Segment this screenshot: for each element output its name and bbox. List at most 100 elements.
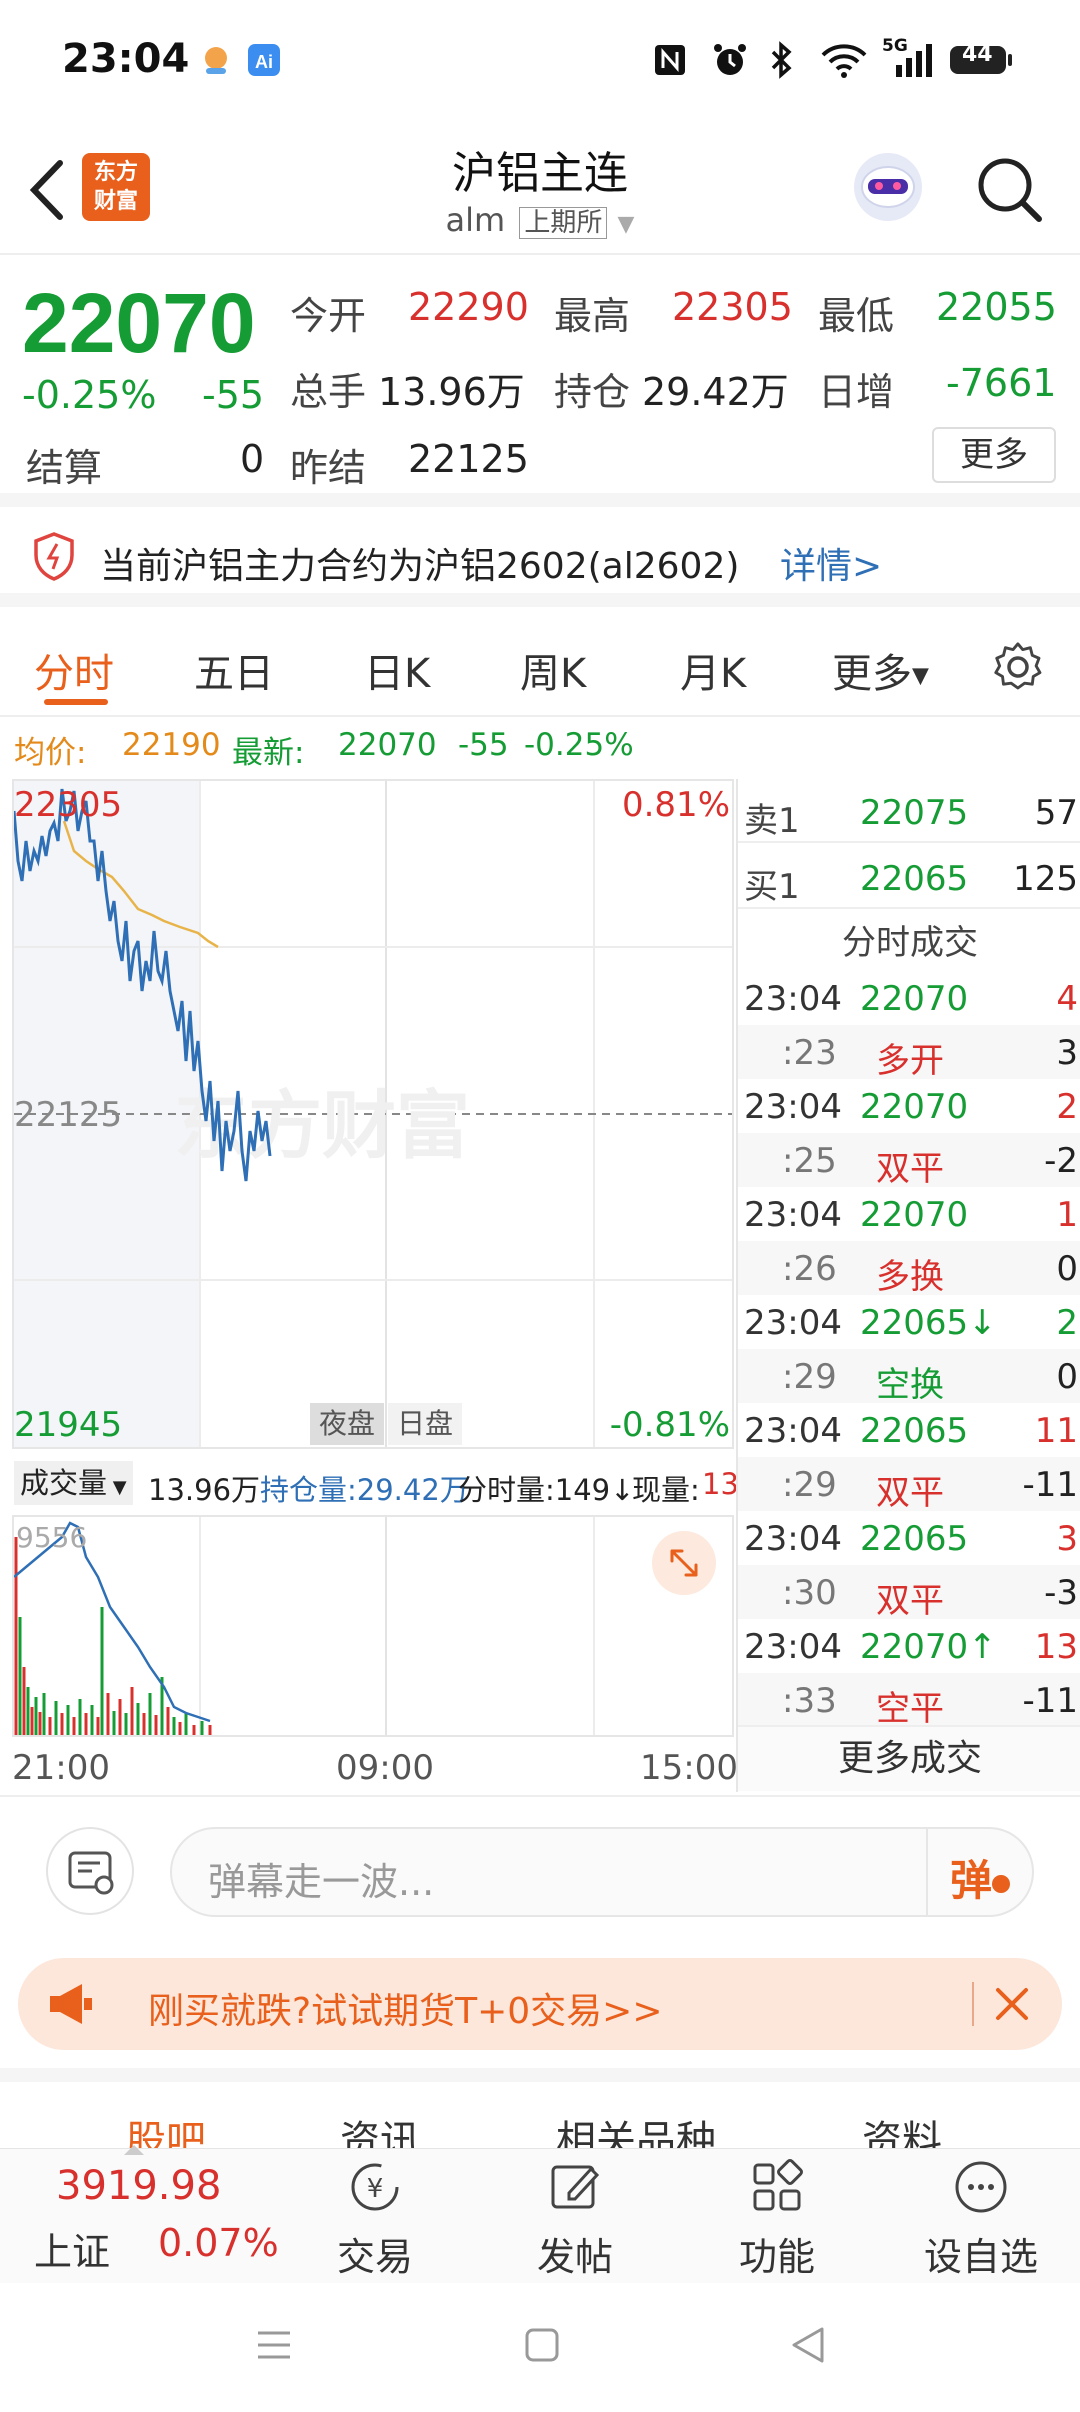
- dropdown-icon: ▼: [617, 212, 635, 237]
- trade-volume: 13: [1034, 1627, 1078, 1667]
- index-value: 3919.98: [56, 2163, 222, 2209]
- trade-detail-row: :25 双平 -2: [738, 1133, 1080, 1189]
- trade-type: 双平: [876, 1473, 944, 1513]
- nav-post[interactable]: 发帖: [510, 2157, 640, 2281]
- bluetooth-icon: [764, 40, 800, 80]
- open-interest-total: 持仓量:29.42万: [260, 1473, 469, 1507]
- prev-settle-value: 22125: [408, 437, 529, 481]
- settle-label: 结算: [26, 446, 103, 490]
- expand-chart-icon[interactable]: [652, 1531, 716, 1595]
- change-percent: -0.25%: [22, 373, 157, 417]
- trade-volume: 11: [1034, 1411, 1078, 1451]
- volume-chart[interactable]: 9556: [12, 1515, 734, 1737]
- chart-low-pct: -0.81%: [609, 1405, 730, 1445]
- danmu-settings-icon[interactable]: [46, 1827, 134, 1915]
- trade-price: 22070: [860, 1195, 969, 1235]
- edit-icon: [551, 2165, 600, 2209]
- nav-trade[interactable]: ¥ 交易: [310, 2157, 440, 2281]
- volume-chart-canvas: [14, 1517, 595, 1735]
- volume-indicator-select[interactable]: 成交量 ▼: [14, 1461, 133, 1505]
- intraday-info-line: 均价: 22190 最新: 22070 -55 -0.25%: [0, 719, 1080, 777]
- tab-monthly-k[interactable]: 月K: [680, 641, 746, 699]
- trade-price: 22065↓: [860, 1303, 997, 1343]
- nav-function[interactable]: 功能: [712, 2157, 842, 2281]
- index-name: 上证: [34, 2230, 111, 2274]
- trade-oi-change: 0: [1056, 1249, 1078, 1289]
- search-icon[interactable]: [975, 155, 1045, 225]
- volume-info-bar: 成交量 ▼ 13.96万 持仓量:29.42万 分时量:149↓ 现量: 13: [12, 1451, 739, 1515]
- nav-post-label: 发帖: [536, 2235, 613, 2279]
- trade-row: 23:04 22065 11: [738, 1403, 1080, 1457]
- trade-time: 23:04: [744, 1627, 842, 1667]
- trade-oi-change: -11: [1022, 1681, 1078, 1721]
- tab-five-day[interactable]: 五日: [194, 641, 274, 699]
- close-icon[interactable]: [988, 1980, 1036, 2032]
- main-contract-notice[interactable]: 当前沪铝主力合约为沪铝2602(al2602) 详情>: [0, 507, 1080, 607]
- tab-intraday[interactable]: 分时: [34, 641, 114, 699]
- shield-alert-icon: [32, 531, 76, 585]
- nav-add-watchlist-label: 设自选: [923, 2235, 1038, 2279]
- open-label: 今开: [290, 294, 367, 338]
- index-pct: 0.07%: [158, 2221, 279, 2265]
- home-icon[interactable]: [522, 2325, 562, 2369]
- settings-gear-icon[interactable]: [990, 639, 1046, 699]
- notice-detail-link[interactable]: 详情>: [780, 537, 882, 589]
- trade-price: 22070↑: [860, 1627, 997, 1667]
- wifi-icon: [818, 40, 870, 80]
- change-value: -55: [202, 373, 265, 417]
- night-session-tag[interactable]: 夜盘: [310, 1403, 384, 1445]
- danmu-placeholder: 弹幕走一波...: [208, 1860, 435, 1904]
- trades-title: 分时成交: [842, 923, 978, 963]
- network-type: 5G: [882, 36, 908, 56]
- intraday-price-chart[interactable]: 东方财富 22305 0.81% 22125 21945 -0.81% 夜盘 日…: [12, 779, 734, 1449]
- trade-time: 23:04: [744, 1519, 842, 1559]
- volume-value: 13.96万: [378, 370, 525, 414]
- day-session-tag[interactable]: 日盘: [388, 1403, 462, 1445]
- svg-text:¥: ¥: [367, 2174, 384, 2204]
- danmu-input[interactable]: 弹幕走一波... 弹: [170, 1827, 1034, 1917]
- latest-label: 最新:: [232, 735, 305, 771]
- trade-row: 23:04 22070 2: [738, 1079, 1080, 1133]
- latest-pct: -0.25%: [524, 727, 634, 763]
- buy1-volume: 125: [1013, 859, 1078, 899]
- tab-weekly-k[interactable]: 周K: [520, 641, 586, 699]
- tab-daily-k[interactable]: 日K: [364, 641, 430, 699]
- low-label: 最低: [818, 294, 895, 338]
- danmu-send-button[interactable]: 弹: [926, 1829, 1032, 1915]
- bottom-navigation: 3919.98 上证 0.07% ¥ 交易 发帖 功能 设自选: [0, 2145, 1080, 2284]
- trade-seconds: :29: [782, 1465, 837, 1505]
- trade-price: 22065: [860, 1519, 969, 1559]
- index-ticker[interactable]: 3919.98 上证 0.07%: [0, 2149, 300, 2284]
- tab-more[interactable]: 更多▼: [832, 641, 929, 699]
- trade-type: 空平: [876, 1689, 944, 1729]
- more-quote-button[interactable]: 更多: [932, 427, 1056, 483]
- ai-app-icon: Ai: [244, 40, 284, 80]
- back-nav-icon[interactable]: [788, 2325, 828, 2369]
- more-trades-button[interactable]: 更多成交: [738, 1725, 1080, 1791]
- app-header: 东方财富 沪铝主连 alm 上期所 ▼: [0, 125, 1080, 255]
- trade-time: 23:04: [744, 1195, 842, 1235]
- robot-assistant-icon[interactable]: [848, 147, 928, 227]
- nav-add-watchlist[interactable]: 设自选: [916, 2157, 1046, 2281]
- trade-detail-row: :26 多换 0: [738, 1241, 1080, 1297]
- menu-icon[interactable]: [254, 2325, 294, 2369]
- trade-detail-row: :29 空换 0: [738, 1349, 1080, 1405]
- sell1-label: 卖1: [744, 801, 800, 841]
- promo-banner[interactable]: 刚买就跌?试试期货T+0交易>>: [18, 1958, 1062, 2050]
- trade-oi-change: -3: [1044, 1573, 1078, 1613]
- trade-seconds: :23: [782, 1033, 837, 1073]
- time-axis: 21:00 09:00 15:00: [0, 1740, 738, 1792]
- sell1-price: 22075: [860, 793, 969, 833]
- tab-more-label: 更多: [832, 651, 912, 697]
- trade-time: 23:04: [744, 979, 842, 1019]
- current-volume-value: 13: [702, 1467, 739, 1501]
- notice-text: 当前沪铝主力合约为沪铝2602(al2602): [100, 546, 740, 587]
- chart-period-tabs: 分时 五日 日K 周K 月K 更多▼: [0, 621, 1080, 717]
- trade-volume: 2: [1056, 1087, 1078, 1127]
- chart-prev-settle: 22125: [14, 1095, 123, 1135]
- time-tick-start: 21:00: [12, 1748, 110, 1788]
- trade-seconds: :33: [782, 1681, 837, 1721]
- volume-total: 13.96万: [148, 1473, 261, 1507]
- danmu-send-label: 弹: [950, 1856, 993, 1905]
- more-dots-icon: [955, 2161, 1007, 2213]
